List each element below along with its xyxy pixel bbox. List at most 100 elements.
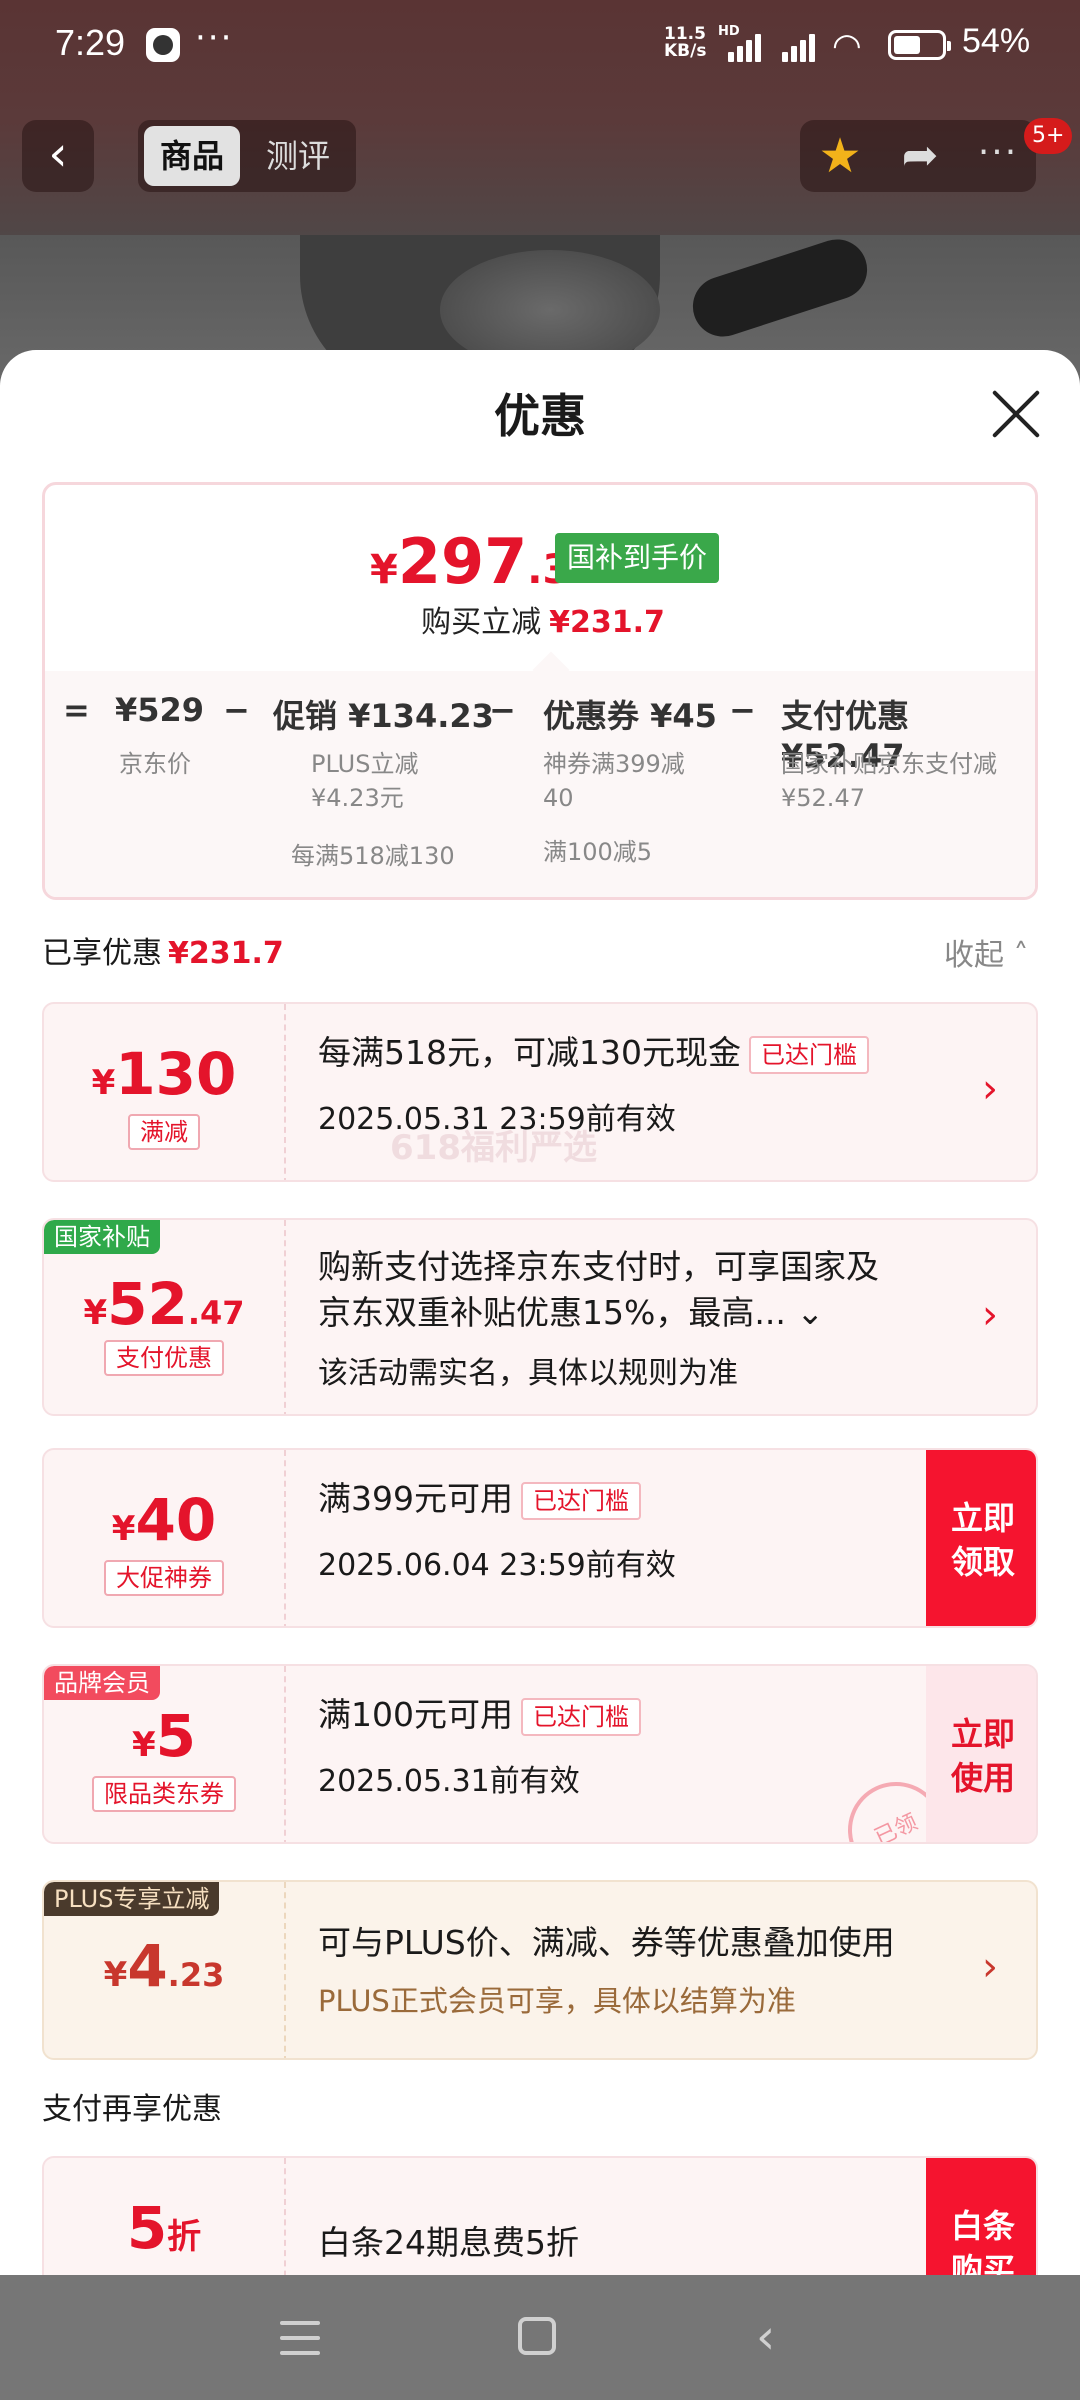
final-price-symbol: ¥ [370, 547, 398, 593]
card-divider [284, 1004, 286, 1180]
collapse-label: 收起 [944, 938, 1004, 973]
threshold-tag: 已达门槛 [521, 1697, 641, 1736]
amount-int: 5 [155, 1702, 197, 1770]
chevron-right-icon[interactable]: › [982, 1066, 998, 1112]
currency-symbol: ¥ [83, 1293, 108, 1333]
sheet-title: 优惠 [494, 389, 586, 443]
coupon-sub-2: 40 [543, 784, 574, 812]
currency-symbol: ¥ [131, 1725, 156, 1765]
coupon-amount: ¥52.47 [44, 1270, 284, 1338]
battery-percent: 54% [962, 22, 1031, 60]
coupon-description-1: 购新支付选择京东支付时，可享国家及 [318, 1247, 879, 1286]
coupon-value-area: ¥52.47 支付优惠 [44, 1220, 284, 1400]
amount-int: 40 [135, 1486, 217, 1554]
coupon-type-chip: 满减 [128, 1114, 200, 1150]
tab-review[interactable]: 测评 [250, 126, 346, 186]
amount-int: 4 [127, 1932, 168, 2000]
share-icon[interactable]: ➦ [890, 126, 950, 186]
collapse-button[interactable]: 收起 ˄ [944, 930, 1029, 974]
baitiao-description: 白条24期息费5折 [318, 2223, 579, 2262]
threshold-tag: 已达门槛 [748, 1035, 869, 1074]
minus-sign-1: − [223, 691, 250, 729]
reduce-line: 购买立减 ¥231.7 [45, 597, 1035, 641]
coupon-value-area: ¥5 限品类东券 [44, 1666, 284, 1842]
coupon-amount: ¥40 [44, 1486, 284, 1554]
coupon-card-plus[interactable]: PLUS专享立减 ¥4.23 可与PLUS价、满减、券等优惠叠加使用 PLUS正… [42, 1880, 1038, 2060]
clock-app-icon [146, 28, 180, 62]
action-line-2: 领取 [950, 1543, 1015, 1581]
card-divider [284, 1882, 286, 2058]
card-divider [284, 1666, 286, 1842]
more-notifications-icon: ··· [195, 18, 234, 58]
signal-icon-2 [782, 32, 824, 62]
coupon-card-big-promo: ¥40 大促神券 满399元可用 已达门槛 2025.06.04 23:59前有效… [42, 1448, 1038, 1628]
currency-symbol: ¥ [91, 1063, 116, 1103]
chevron-right-icon[interactable]: › [982, 1292, 998, 1338]
coupon-sub-1: 神券满399减 [543, 750, 685, 778]
final-price-int: 297 [397, 525, 528, 598]
status-time: 7:29 [55, 22, 126, 63]
speed-unit: KB/s [664, 41, 707, 61]
enjoyed-label: 已享优惠 [42, 936, 162, 971]
battery-icon [888, 30, 951, 60]
amount-int: 130 [115, 1040, 237, 1108]
chevron-up-icon: ˄ [1013, 938, 1029, 973]
coupon-type-chip: 支付优惠 [104, 1340, 224, 1376]
tab-product[interactable]: 商品 [144, 126, 240, 186]
coupon-desc-text: 满100元可用 [318, 1695, 513, 1734]
close-icon[interactable] [988, 386, 1044, 442]
equals-sign: = [63, 691, 90, 729]
coupon-card-national-subsidy[interactable]: 国家补贴 ¥52.47 支付优惠 购新支付选择京东支付时，可享国家及 京东双重补… [42, 1218, 1038, 1416]
plus-description: 可与PLUS价、满减、券等优惠叠加使用 [318, 1923, 895, 1962]
final-price: ¥297.3 [370, 525, 570, 598]
coupon-card-brand-member: 品牌会员 ¥5 限品类东券 满100元可用 已达门槛 2025.05.31前有效 … [42, 1664, 1038, 1844]
signal-icon [728, 32, 770, 62]
pay-discount-sub-1: 国家补贴京东支付减 [781, 750, 997, 778]
baitiao-buy-button[interactable]: 白条 购买 [926, 2158, 1036, 2275]
back-button[interactable]: ‹ [22, 120, 94, 192]
action-line-1: 立即 [950, 1715, 1015, 1753]
promo-full-reduce: 每满518减130 [291, 842, 455, 870]
home-icon[interactable] [518, 2317, 556, 2355]
top-actions: ★ ➦ ··· [800, 120, 1036, 192]
favorite-star-icon[interactable]: ★ [810, 126, 870, 186]
coupon-amount: ¥5 [44, 1702, 284, 1770]
jd-price-label: 京东价 [119, 750, 191, 778]
coupon-validity: 2025.05.31前有效 [318, 1764, 580, 1799]
back-arrow-icon: ‹ [48, 126, 68, 182]
action-line-1: 白条 [950, 2207, 1015, 2245]
network-speed: 11.5 KB/s [664, 26, 706, 60]
coupon-amount: ¥130 [44, 1040, 284, 1108]
coupon-value-area: ¥4.23 [44, 1882, 284, 2058]
coupon-validity: 2025.06.04 23:59前有效 [318, 1548, 676, 1583]
amount-dec: .47 [187, 1294, 245, 1332]
plus-note: PLUS正式会员可享，具体以结算为准 [318, 1984, 796, 2018]
coupon-description-2: 京东双重补贴优惠15%，最高... ⌄ [318, 1290, 824, 1336]
coupon-total: 优惠券 ¥45 [543, 697, 717, 735]
action-line-2: 购买 [950, 2251, 1015, 2275]
coupon-type-chip: 大促神券 [104, 1560, 224, 1596]
coupon-amount: ¥4.23 [44, 1932, 284, 2000]
more-icon[interactable]: ··· [968, 126, 1028, 186]
use-now-button[interactable]: 立即 使用 [926, 1666, 1036, 1842]
coupon-desc-cont: 京东双重补贴优惠15%，最高... [318, 1293, 786, 1332]
coupon-note: 该活动需实名，具体以规则为准 [318, 1356, 738, 1391]
claim-now-button[interactable]: 立即 领取 [926, 1450, 1036, 1626]
coupon-description: 每满518元，可减130元现金 已达门槛 [318, 1030, 869, 1076]
promo-plus-label: PLUS立减 [311, 750, 419, 778]
chevron-right-icon[interactable]: › [982, 1944, 998, 1990]
pay-more-header: 支付再享优惠 [42, 2092, 222, 2127]
coupon-value-area: 5折 [44, 2158, 284, 2275]
system-navigation-bar: ‹ [0, 2275, 1080, 2400]
amount-dec: .23 [167, 1956, 225, 1994]
chevron-down-icon[interactable]: ⌄ [796, 1293, 824, 1332]
pay-discount-sub-2: ¥52.47 [781, 784, 865, 812]
recent-apps-icon[interactable] [280, 2321, 320, 2355]
price-type-tag: 国补到手价 [555, 533, 720, 583]
system-back-icon[interactable]: ‹ [756, 2309, 775, 2365]
enjoyed-amount: ¥231.7 [168, 936, 284, 971]
jd-price: ¥529 [115, 691, 205, 729]
page-tabs: 商品 测评 [138, 120, 356, 192]
promo-plus-value: ¥4.23元 [311, 784, 404, 812]
card-divider [284, 1450, 286, 1626]
